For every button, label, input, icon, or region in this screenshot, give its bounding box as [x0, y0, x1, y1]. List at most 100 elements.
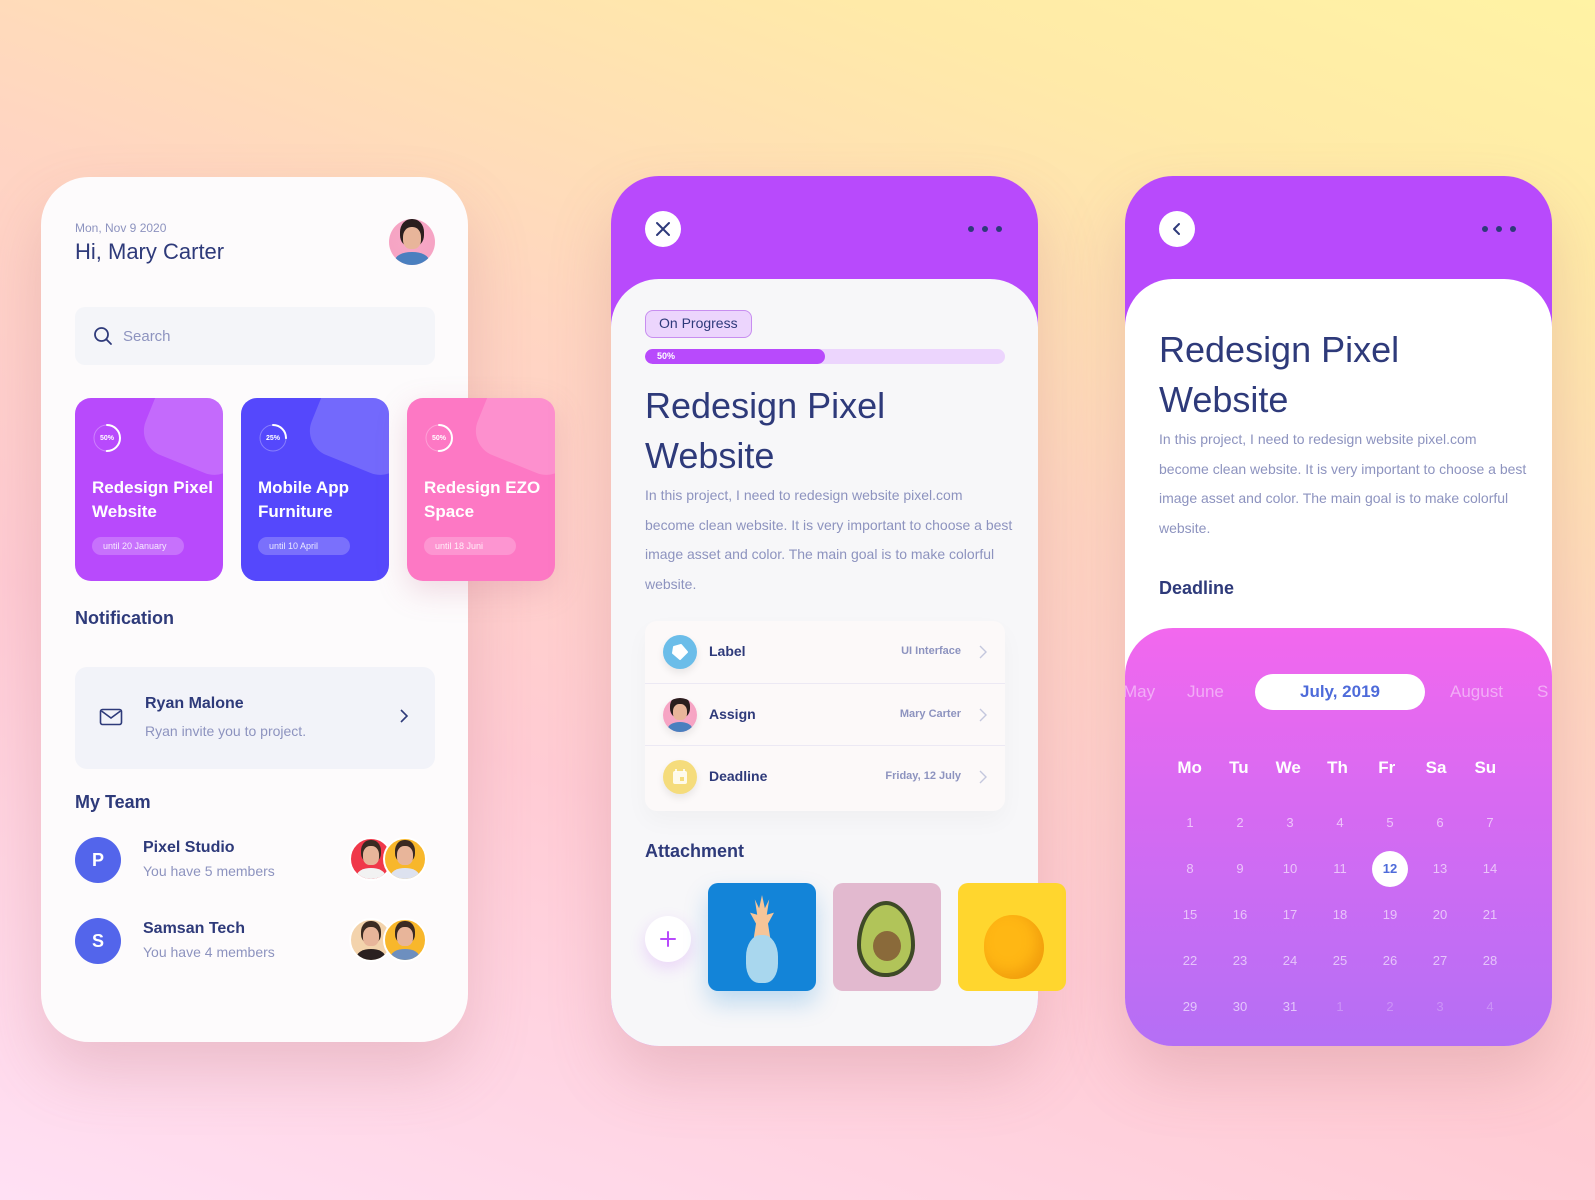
mail-icon: [99, 708, 123, 726]
day-number: 12: [1382, 861, 1398, 876]
calendar-day[interactable]: 6: [1415, 806, 1465, 840]
calendar-day[interactable]: 18: [1315, 898, 1365, 932]
profile-avatar[interactable]: [389, 219, 435, 265]
calendar-day[interactable]: 2: [1215, 806, 1265, 840]
calendar-day[interactable]: 21: [1465, 898, 1515, 932]
current-date: Mon, Nov 9 2020: [75, 221, 167, 235]
calendar-day[interactable]: 29: [1165, 990, 1215, 1024]
calendar-day[interactable]: 4: [1315, 806, 1365, 840]
calendar-day[interactable]: 9: [1215, 852, 1265, 886]
calendar-day[interactable]: 25: [1315, 944, 1365, 978]
calendar-day[interactable]: 30: [1215, 990, 1265, 1024]
due-date-badge: until 10 April: [258, 537, 350, 555]
calendar-day[interactable]: 16: [1215, 898, 1265, 932]
chevron-right-icon: [979, 708, 987, 722]
weekday-label: Th: [1327, 758, 1348, 777]
day-number: 8: [1186, 861, 1194, 876]
search-icon: [94, 327, 112, 345]
calendar-day[interactable]: 7: [1465, 806, 1515, 840]
day-number: 5: [1386, 815, 1394, 830]
calendar-day[interactable]: 27: [1415, 944, 1465, 978]
attachment-thumbnail-lemon[interactable]: [958, 883, 1066, 991]
calendar-day[interactable]: 22: [1165, 944, 1215, 978]
calendar-day[interactable]: 4: [1465, 990, 1515, 1024]
month-option[interactable]: S: [1537, 682, 1548, 702]
decorative-shape: [302, 398, 389, 483]
calendar-day[interactable]: 13: [1415, 852, 1465, 886]
calendar-day[interactable]: 26: [1365, 944, 1415, 978]
day-number: 1: [1336, 999, 1344, 1014]
close-button[interactable]: [645, 211, 681, 247]
progress-label: 50%: [99, 434, 114, 442]
tag-icon: [663, 635, 697, 669]
day-number: 28: [1482, 953, 1498, 968]
search-placeholder: Search: [123, 327, 171, 345]
calendar-day-selected[interactable]: 12: [1365, 851, 1415, 887]
attachment-thumbnail-avocado[interactable]: [833, 883, 941, 991]
project-info-list: Label UI Interface Assign Mary Carter De…: [645, 621, 1005, 811]
calendar-day[interactable]: 11: [1315, 852, 1365, 886]
calendar-day[interactable]: 2: [1365, 990, 1415, 1024]
search-input[interactable]: Search: [75, 307, 435, 365]
calendar-day[interactable]: 24: [1265, 944, 1315, 978]
current-month[interactable]: July, 2019: [1255, 674, 1425, 710]
attachment-thumbnail-pineapple[interactable]: [708, 883, 816, 991]
day-number: 21: [1482, 907, 1498, 922]
calendar-day[interactable]: 8: [1165, 852, 1215, 886]
calendar-day[interactable]: 15: [1165, 898, 1215, 932]
project-card[interactable]: 25% Mobile App Furniture until 10 April: [241, 398, 389, 581]
calendar-day[interactable]: 19: [1365, 898, 1415, 932]
weekday-label: Su: [1474, 758, 1497, 777]
info-row-label[interactable]: Label UI Interface: [645, 621, 1005, 683]
team-members: You have 4 members: [143, 944, 275, 960]
month-option[interactable]: August: [1450, 682, 1503, 702]
day-number: 31: [1282, 999, 1298, 1014]
calendar-day[interactable]: 1: [1165, 806, 1215, 840]
plus-icon: [660, 931, 676, 947]
team-item[interactable]: P Pixel Studio You have 5 members: [75, 837, 435, 887]
calendar-day[interactable]: 17: [1265, 898, 1315, 932]
member-avatar: [383, 918, 427, 962]
info-row-deadline[interactable]: Deadline Friday, 12 July: [645, 745, 1005, 807]
calendar-day[interactable]: 23: [1215, 944, 1265, 978]
day-number: 13: [1432, 861, 1448, 876]
chevron-right-icon: [400, 709, 409, 723]
more-options-button[interactable]: [1482, 224, 1516, 234]
calendar-day[interactable]: 10: [1265, 852, 1315, 886]
calendar-day[interactable]: 28: [1465, 944, 1515, 978]
my-team-heading: My Team: [75, 792, 151, 812]
day-number: 4: [1486, 999, 1494, 1014]
day-number: 7: [1486, 815, 1494, 830]
back-button[interactable]: [1159, 211, 1195, 247]
project-card[interactable]: 50% Redesign EZO Space until 18 Juni: [407, 398, 555, 581]
team-item[interactable]: S Samsan Tech You have 4 members: [75, 918, 435, 968]
team-initial-avatar: P: [75, 837, 121, 883]
add-attachment-button[interactable]: [645, 916, 691, 962]
weekday-label: We: [1275, 758, 1301, 777]
day-number: 18: [1332, 907, 1348, 922]
day-number: 29: [1182, 999, 1198, 1014]
info-row-assign[interactable]: Assign Mary Carter: [645, 683, 1005, 745]
calendar-day[interactable]: 31: [1265, 990, 1315, 1024]
day-number: 19: [1382, 907, 1398, 922]
calendar-day[interactable]: 20: [1415, 898, 1465, 932]
month-option[interactable]: May: [1125, 682, 1155, 702]
progress-ring: 25%: [257, 422, 289, 454]
more-options-button[interactable]: [968, 224, 1002, 234]
notification-item[interactable]: Ryan Malone Ryan invite you to project.: [75, 667, 435, 769]
calendar-day[interactable]: 5: [1365, 806, 1415, 840]
calendar-day[interactable]: 1: [1315, 990, 1365, 1024]
calendar-day[interactable]: 14: [1465, 852, 1515, 886]
weekday-label: Mo: [1177, 758, 1202, 777]
day-number: 27: [1432, 953, 1448, 968]
progress-label: 50%: [431, 434, 446, 442]
assignee-avatar: [663, 698, 697, 732]
day-number: 14: [1482, 861, 1498, 876]
calendar-day[interactable]: 3: [1415, 990, 1465, 1024]
project-card[interactable]: 50% Redesign Pixel Website until 20 Janu…: [75, 398, 223, 581]
calendar-day[interactable]: 3: [1265, 806, 1315, 840]
home-screen: Mon, Nov 9 2020 Hi, Mary Carter Search 5…: [41, 177, 555, 1042]
calendar-screen: Redesign Pixel Website In this project, …: [1125, 176, 1552, 1046]
month-option[interactable]: June: [1187, 682, 1224, 702]
due-date-badge: until 18 Juni: [424, 537, 516, 555]
